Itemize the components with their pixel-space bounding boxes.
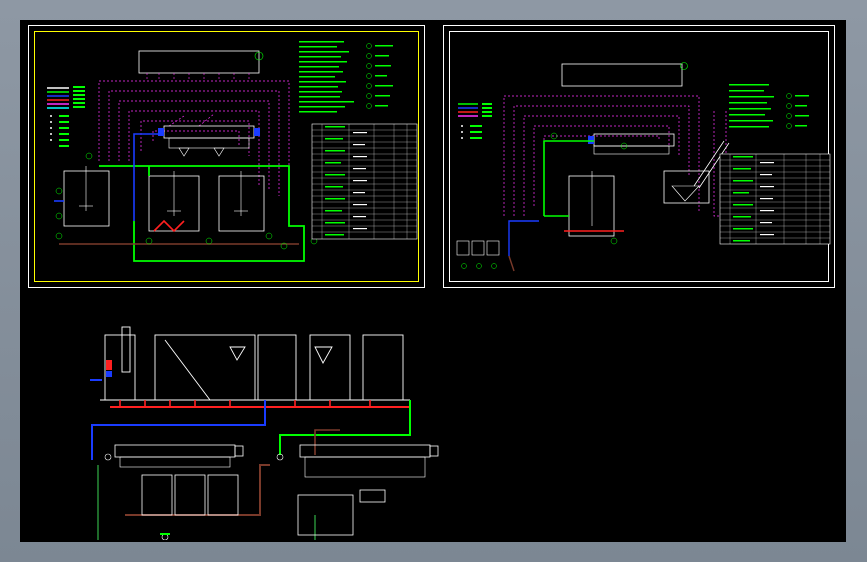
blue-pipe	[91, 400, 266, 460]
motor-icon	[588, 136, 594, 144]
flow-diagram-sheet-2[interactable]	[443, 25, 835, 288]
equipment-layout-sheet[interactable]	[70, 305, 490, 540]
tank-icon	[63, 170, 110, 227]
hopper-icon	[213, 147, 225, 157]
tank-icon	[309, 334, 351, 401]
tank-icon	[141, 474, 173, 516]
tank-icon	[362, 334, 404, 401]
motor-icon	[234, 445, 244, 457]
hopper-icon	[229, 346, 246, 361]
dashed-ducts	[503, 95, 744, 217]
motor-icon	[429, 445, 439, 457]
tank-icon	[471, 240, 485, 256]
drawing-viewport[interactable]	[20, 20, 846, 542]
equipment-table	[719, 153, 831, 245]
flow-diagram-sheet-1[interactable]	[28, 25, 425, 288]
banner-leaders	[146, 73, 250, 81]
tank-icon	[174, 474, 206, 516]
pump-icon	[106, 371, 112, 377]
blue-pipes	[54, 133, 159, 221]
notes-lines	[299, 41, 354, 113]
tank-icon	[486, 240, 500, 256]
tank-icon	[456, 240, 470, 256]
motor-icon	[254, 128, 260, 136]
valve-icon	[106, 360, 112, 370]
sheet-2-drawing	[456, 62, 831, 272]
title-banner-box	[138, 50, 260, 74]
notes-lines	[729, 84, 774, 128]
red-pipe	[153, 219, 185, 233]
column-icon	[121, 326, 131, 373]
hopper-icon	[663, 170, 710, 204]
brown-pipe	[125, 464, 270, 516]
tank-icon	[218, 175, 265, 232]
tank-icon	[568, 175, 615, 237]
legend-lines	[47, 86, 85, 147]
tank-icon	[297, 494, 354, 536]
balloons	[55, 152, 318, 250]
box-icon	[359, 489, 386, 503]
tank-icon	[207, 474, 239, 516]
sheet-1-drawing	[47, 41, 418, 262]
green-pipes	[99, 165, 305, 262]
filter-press-icon	[114, 444, 236, 458]
title-banner-box	[561, 63, 683, 87]
hopper-icon	[314, 346, 333, 364]
green-pipe	[279, 400, 411, 455]
legend-lines	[458, 103, 492, 139]
symbol-legend	[366, 43, 372, 109]
top-equipment-row	[104, 326, 404, 401]
tank-icon	[154, 334, 256, 401]
filter-press-icon	[299, 444, 431, 458]
dashed-ducts	[98, 80, 290, 201]
equipment-table	[311, 123, 418, 240]
hopper-icon	[178, 147, 190, 157]
tank-icon	[257, 334, 297, 401]
pump-icon	[104, 453, 112, 461]
filter-press-icon	[163, 125, 255, 139]
